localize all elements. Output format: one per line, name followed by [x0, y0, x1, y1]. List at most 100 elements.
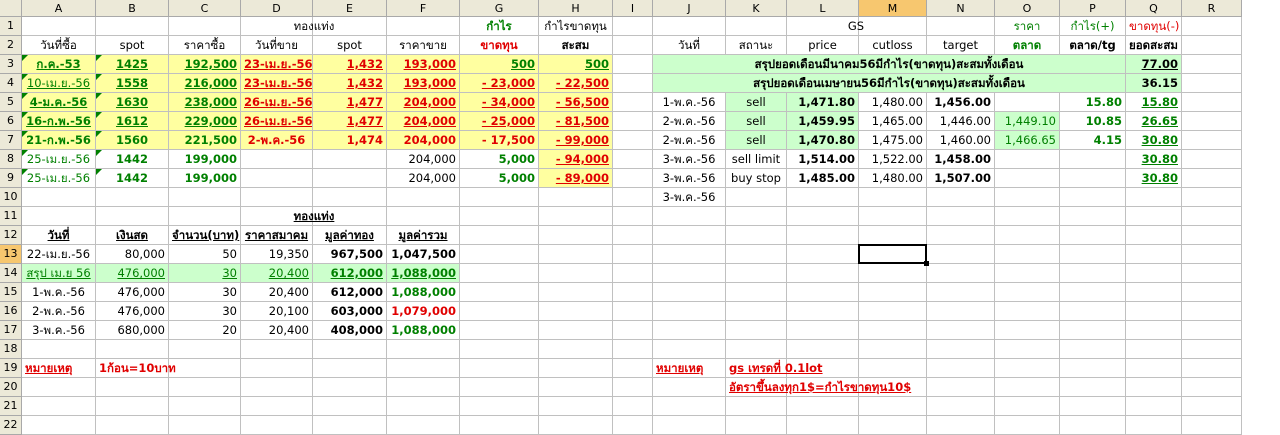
- grid-cell[interactable]: [927, 245, 995, 264]
- cell-a12[interactable]: วันที่: [22, 226, 96, 245]
- grid-cell[interactable]: [613, 264, 653, 283]
- grid-cell[interactable]: [1060, 359, 1126, 378]
- grid-cell[interactable]: [539, 226, 613, 245]
- grid-cell[interactable]: [1182, 397, 1242, 416]
- column-header-n[interactable]: N: [927, 0, 995, 17]
- grid-cell[interactable]: [995, 93, 1060, 112]
- grid-cell[interactable]: [613, 207, 653, 226]
- grid-cell[interactable]: [613, 169, 653, 188]
- grid-cell[interactable]: [995, 302, 1060, 321]
- grid-cell[interactable]: [22, 17, 96, 36]
- cell-f9[interactable]: 204,000: [387, 169, 460, 188]
- cell-h5[interactable]: - 56,500: [539, 93, 613, 112]
- grid-cell[interactable]: [1060, 340, 1126, 359]
- column-header-r[interactable]: R: [1182, 0, 1242, 17]
- cell-m2[interactable]: cutloss: [859, 36, 927, 55]
- grid-cell[interactable]: [726, 264, 787, 283]
- grid-cell[interactable]: [539, 188, 613, 207]
- grid-cell[interactable]: [726, 340, 787, 359]
- row-header-8[interactable]: 8: [0, 150, 22, 169]
- grid-cell[interactable]: [653, 378, 726, 397]
- grid-cell[interactable]: [653, 245, 726, 264]
- cell-o7[interactable]: 1,466.65: [995, 131, 1060, 150]
- column-header-e[interactable]: E: [313, 0, 387, 17]
- cell-b5[interactable]: 1630: [96, 93, 169, 112]
- cell-e17[interactable]: 408,000: [313, 321, 387, 340]
- grid-cell[interactable]: [539, 302, 613, 321]
- grid-cell[interactable]: [169, 340, 241, 359]
- cell-c9[interactable]: 199,000: [169, 169, 241, 188]
- cell-q5[interactable]: 15.80: [1126, 93, 1182, 112]
- cell-p6[interactable]: 10.85: [1060, 112, 1126, 131]
- grid-cell[interactable]: [613, 283, 653, 302]
- grid-cell[interactable]: [613, 397, 653, 416]
- cell-f13[interactable]: 1,047,500: [387, 245, 460, 264]
- grid-cell[interactable]: [927, 188, 995, 207]
- cell-e4[interactable]: 1,432: [313, 74, 387, 93]
- grid-cell[interactable]: [1182, 93, 1242, 112]
- cell-c7[interactable]: 221,500: [169, 131, 241, 150]
- grid-cell[interactable]: [313, 150, 387, 169]
- column-header-b[interactable]: B: [96, 0, 169, 17]
- grid-cell[interactable]: [995, 150, 1060, 169]
- cell-f2[interactable]: ราคาขาย: [387, 36, 460, 55]
- grid-cell[interactable]: [96, 378, 169, 397]
- row-header-3[interactable]: 3: [0, 55, 22, 74]
- row-header-21[interactable]: 21: [0, 397, 22, 416]
- grid-cell[interactable]: [613, 321, 653, 340]
- grid-cell[interactable]: [1182, 416, 1242, 435]
- cell-b7[interactable]: 1560: [96, 131, 169, 150]
- grid-cell[interactable]: [927, 340, 995, 359]
- cell-n2[interactable]: target: [927, 36, 995, 55]
- column-header-j[interactable]: J: [653, 0, 726, 17]
- grid-cell[interactable]: [241, 150, 313, 169]
- cell-p1[interactable]: กำไร(+): [1060, 17, 1126, 36]
- grid-cell[interactable]: [859, 340, 927, 359]
- cell-g7[interactable]: - 17,500: [460, 131, 539, 150]
- cell-k9[interactable]: buy stop: [726, 169, 787, 188]
- cell-p2[interactable]: ตลาด/tg: [1060, 36, 1126, 55]
- cell-k8[interactable]: sell limit: [726, 150, 787, 169]
- cell-e13[interactable]: 967,500: [313, 245, 387, 264]
- grid-cell[interactable]: [613, 55, 653, 74]
- row-header-16[interactable]: 16: [0, 302, 22, 321]
- grid-cell[interactable]: [1182, 245, 1242, 264]
- grid-cell[interactable]: [1182, 188, 1242, 207]
- grid-cell[interactable]: [96, 340, 169, 359]
- cell-o1[interactable]: ราคา: [995, 17, 1060, 36]
- cell-d13[interactable]: 19,350: [241, 245, 313, 264]
- cell-o2[interactable]: ตลาด: [995, 36, 1060, 55]
- cell-l7[interactable]: 1,470.80: [787, 131, 859, 150]
- grid-cell[interactable]: [1182, 131, 1242, 150]
- cell-c15[interactable]: 30: [169, 283, 241, 302]
- grid-cell[interactable]: [1126, 283, 1182, 302]
- row-header-17[interactable]: 17: [0, 321, 22, 340]
- grid-cell[interactable]: [726, 416, 787, 435]
- cell-d17[interactable]: 20,400: [241, 321, 313, 340]
- row-header-11[interactable]: 11: [0, 207, 22, 226]
- grid-cell[interactable]: [726, 207, 787, 226]
- column-header-c[interactable]: C: [169, 0, 241, 17]
- grid-cell[interactable]: [726, 321, 787, 340]
- grid-cell[interactable]: [241, 397, 313, 416]
- grid-cell[interactable]: [96, 17, 169, 36]
- grid-cell[interactable]: [859, 321, 927, 340]
- cell-k20[interactable]: อัตราขึ้นลงทุก1$=กำไรขาดทุน10$: [726, 378, 966, 397]
- grid-cell[interactable]: [653, 302, 726, 321]
- grid-cell[interactable]: [613, 188, 653, 207]
- grid-cell[interactable]: [241, 188, 313, 207]
- cell-l5[interactable]: 1,471.80: [787, 93, 859, 112]
- grid-cell[interactable]: [995, 169, 1060, 188]
- cell-n6[interactable]: 1,446.00: [927, 112, 995, 131]
- cell-d12[interactable]: ราคาสมาคม: [241, 226, 313, 245]
- grid-cell[interactable]: [726, 397, 787, 416]
- grid-cell[interactable]: [995, 226, 1060, 245]
- cell-f15[interactable]: 1,088,000: [387, 283, 460, 302]
- cell-d3[interactable]: 23-เม.ย.-56: [241, 55, 313, 74]
- cell-c4[interactable]: 216,000: [169, 74, 241, 93]
- cell-b13[interactable]: 80,000: [96, 245, 169, 264]
- grid-cell[interactable]: [653, 226, 726, 245]
- cell-c8[interactable]: 199,000: [169, 150, 241, 169]
- column-header-l[interactable]: L: [787, 0, 859, 17]
- grid-cell[interactable]: [787, 207, 859, 226]
